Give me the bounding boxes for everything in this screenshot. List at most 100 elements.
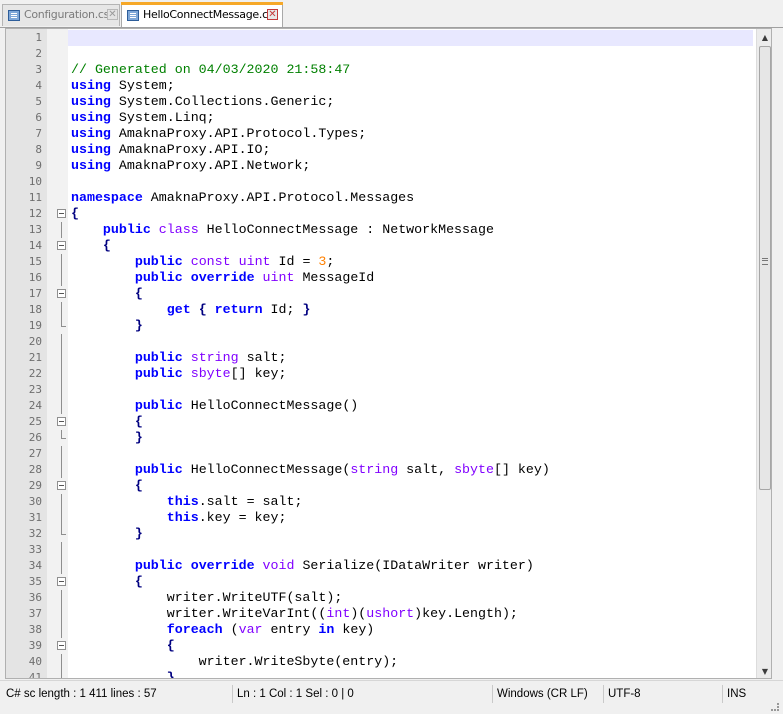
code-line[interactable]: 11 namespace AmaknaProxy.API.Protocol.Mes…	[6, 190, 753, 206]
close-icon[interactable]: ✕	[267, 9, 278, 20]
code-text: public override uint MessageId	[71, 270, 374, 286]
status-insert-mode[interactable]: INS	[722, 685, 770, 703]
code-token: AmaknaProxy.API.Protocol.Messages	[142, 190, 415, 205]
scroll-down-arrow-icon[interactable]: ▼	[757, 663, 771, 678]
code-line[interactable]: 23	[6, 382, 753, 398]
code-text: namespace AmaknaProxy.API.Protocol.Messa…	[71, 190, 414, 206]
code-line[interactable]: 6 using System.Linq;	[6, 110, 753, 126]
code-line[interactable]: 25 {	[6, 414, 753, 430]
fold-minus-icon[interactable]	[57, 577, 66, 586]
code-line[interactable]: 39 {	[6, 638, 753, 654]
fold-line	[61, 654, 62, 670]
code-line[interactable]: 21 public string salt;	[6, 350, 753, 366]
line-number: 19	[28, 319, 42, 332]
fold-minus-icon[interactable]	[57, 209, 66, 218]
code-line[interactable]: 2	[6, 46, 753, 62]
code-token: using	[71, 78, 111, 93]
code-line[interactable]: 34 public override void Serialize(IDataW…	[6, 558, 753, 574]
fold-minus-icon[interactable]	[57, 417, 66, 426]
code-line[interactable]: 13 public class HelloConnectMessage : Ne…	[6, 222, 753, 238]
vertical-scrollbar[interactable]: ▲ ▼	[756, 29, 771, 678]
code-text: public sbyte[] key;	[71, 366, 287, 382]
code-editor[interactable]: 1 2 3// Generated on 04/03/2020 21:58:47 4 u…	[5, 28, 772, 679]
code-line[interactable]: 30 this.salt = salt;	[6, 494, 753, 510]
fold-minus-icon[interactable]	[57, 241, 66, 250]
code-line[interactable]: 1	[6, 30, 753, 46]
fold-minus-icon[interactable]	[57, 641, 66, 650]
code-line[interactable]: 19 }	[6, 318, 753, 334]
code-line[interactable]: 38 foreach (var entry in key)	[6, 622, 753, 638]
fold-minus-icon[interactable]	[57, 481, 66, 490]
code-token: public	[134, 270, 183, 285]
code-line[interactable]: 16 public override uint MessageId	[6, 270, 753, 286]
code-line[interactable]: 36 writer.WriteUTF(salt);	[6, 590, 753, 606]
line-number: 28	[28, 463, 42, 476]
close-icon[interactable]: ✕	[107, 9, 118, 20]
code-line[interactable]: 15 public const uint Id = 3;	[6, 254, 753, 270]
status-eol[interactable]: Windows (CR LF)	[492, 685, 602, 703]
code-token: )key.Length);	[414, 606, 518, 621]
code-token: key)	[334, 622, 375, 637]
code-line[interactable]: 8 using AmaknaProxy.API.IO;	[6, 142, 753, 158]
line-number: 16	[28, 271, 42, 284]
code-line[interactable]: 24 public HelloConnectMessage()	[6, 398, 753, 414]
code-token: using	[71, 142, 111, 157]
code-line[interactable]: 37 writer.WriteVarInt((int)(ushort)key.L…	[6, 606, 753, 622]
code-line[interactable]: 9 using AmaknaProxy.API.Network;	[6, 158, 753, 174]
code-text: {	[71, 638, 175, 654]
code-line[interactable]: 4 using System;	[6, 78, 753, 94]
scroll-up-arrow-icon[interactable]: ▲	[757, 29, 771, 46]
fold-line	[61, 590, 62, 606]
code-line[interactable]: 33	[6, 542, 753, 558]
tab-configuration[interactable]: Configuration.cs ✕	[2, 4, 120, 26]
tab-label: Configuration.cs	[24, 8, 110, 21]
code-line[interactable]: 32 }	[6, 526, 753, 542]
code-token: override	[190, 558, 255, 573]
code-token: class	[158, 222, 199, 237]
line-number: 22	[28, 367, 42, 380]
code-line[interactable]: 35 {	[6, 574, 753, 590]
code-line[interactable]: 12 {	[6, 206, 753, 222]
code-line[interactable]: 26 }	[6, 430, 753, 446]
code-token: this	[166, 494, 199, 509]
code-line[interactable]: 41 }	[6, 670, 753, 678]
code-token: salt,	[398, 462, 455, 477]
code-line[interactable]: 40 writer.WriteSbyte(entry);	[6, 654, 753, 670]
code-line[interactable]: 22 public sbyte[] key;	[6, 366, 753, 382]
code-token: {	[71, 206, 79, 221]
code-line[interactable]: 28 public HelloConnectMessage(string sal…	[6, 462, 753, 478]
code-line[interactable]: 31 this.key = key;	[6, 510, 753, 526]
code-token: {	[102, 238, 111, 253]
code-line[interactable]: 7 using AmaknaProxy.API.Protocol.Types;	[6, 126, 753, 142]
status-encoding[interactable]: UTF-8	[603, 685, 721, 703]
code-line[interactable]: 27	[6, 446, 753, 462]
resize-grip-icon[interactable]	[771, 703, 779, 711]
scrollbar-thumb[interactable]	[759, 46, 771, 490]
line-number: 5	[35, 95, 42, 108]
tab-helloconnectmessage[interactable]: HelloConnectMessage.cs ✕	[121, 2, 283, 27]
code-line[interactable]: 5 using System.Collections.Generic;	[6, 94, 753, 110]
code-line[interactable]: 18 get { return Id; }	[6, 302, 753, 318]
tab-label: HelloConnectMessage.cs	[143, 8, 274, 21]
code-line[interactable]: 20	[6, 334, 753, 350]
code-line[interactable]: 3 // Generated on 04/03/2020 21:58:47	[6, 62, 753, 78]
line-number: 18	[28, 303, 42, 316]
fold-minus-icon[interactable]	[57, 289, 66, 298]
code-line[interactable]: 29 {	[6, 478, 753, 494]
code-text: // Generated on 04/03/2020 21:58:47	[71, 62, 350, 78]
line-number: 40	[28, 655, 42, 668]
code-text: {	[71, 238, 111, 254]
code-token: entry	[262, 622, 319, 637]
code-line[interactable]: 10	[6, 174, 753, 190]
code-line[interactable]: 14 {	[6, 238, 753, 254]
code-token: int	[326, 606, 351, 621]
code-line[interactable]: 17 {	[6, 286, 753, 302]
